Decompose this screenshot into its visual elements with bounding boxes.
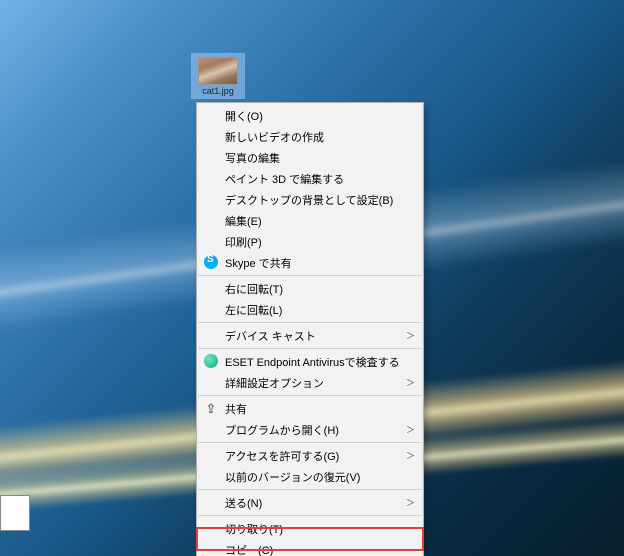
menu-open-with[interactable]: プログラムから開く(H) ＞ — [197, 419, 423, 440]
chevron-right-icon: ＞ — [406, 423, 415, 436]
menu-separator — [198, 515, 422, 516]
chevron-right-icon: ＞ — [406, 449, 415, 462]
menu-share[interactable]: ⇪ 共有 — [197, 398, 423, 419]
skype-icon — [203, 254, 219, 270]
menu-edit-photo[interactable]: 写真の編集 — [197, 147, 423, 168]
menu-paint3d[interactable]: ペイント 3D で編集する — [197, 168, 423, 189]
menu-rotate-right[interactable]: 右に回転(T) — [197, 278, 423, 299]
background-window-sliver — [0, 495, 30, 531]
menu-copy[interactable]: コピー(C) — [197, 539, 423, 556]
menu-send-to[interactable]: 送る(N) ＞ — [197, 492, 423, 513]
menu-new-video[interactable]: 新しいビデオの作成 — [197, 126, 423, 147]
menu-separator — [198, 489, 422, 490]
share-icon: ⇪ — [203, 400, 219, 416]
menu-device-cast[interactable]: デバイス キャスト ＞ — [197, 325, 423, 346]
chevron-right-icon: ＞ — [406, 496, 415, 509]
menu-skype-share[interactable]: Skype で共有 — [197, 252, 423, 273]
context-menu: 開く(O) 新しいビデオの作成 写真の編集 ペイント 3D で編集する デスクト… — [196, 102, 424, 556]
menu-rotate-left[interactable]: 左に回転(L) — [197, 299, 423, 320]
menu-restore-previous[interactable]: 以前のバージョンの復元(V) — [197, 466, 423, 487]
menu-eset-scan[interactable]: ESET Endpoint Antivirusで検査する — [197, 351, 423, 372]
file-thumbnail — [198, 57, 238, 85]
menu-grant-access[interactable]: アクセスを許可する(G) ＞ — [197, 445, 423, 466]
menu-separator — [198, 395, 422, 396]
chevron-right-icon: ＞ — [406, 329, 415, 342]
desktop-background[interactable]: cat1.jpg 開く(O) 新しいビデオの作成 写真の編集 ペイント 3D で… — [0, 0, 624, 556]
menu-open[interactable]: 開く(O) — [197, 105, 423, 126]
menu-separator — [198, 322, 422, 323]
menu-separator — [198, 442, 422, 443]
menu-separator — [198, 275, 422, 276]
menu-print[interactable]: 印刷(P) — [197, 231, 423, 252]
file-label: cat1.jpg — [194, 87, 242, 96]
desktop-file-icon-selected[interactable]: cat1.jpg — [191, 53, 245, 99]
chevron-right-icon: ＞ — [406, 376, 415, 389]
menu-edit[interactable]: 編集(E) — [197, 210, 423, 231]
menu-separator — [198, 348, 422, 349]
eset-icon — [203, 353, 219, 369]
menu-set-wallpaper[interactable]: デスクトップの背景として設定(B) — [197, 189, 423, 210]
menu-eset-options[interactable]: 詳細設定オプション ＞ — [197, 372, 423, 393]
menu-cut[interactable]: 切り取り(T) — [197, 518, 423, 539]
